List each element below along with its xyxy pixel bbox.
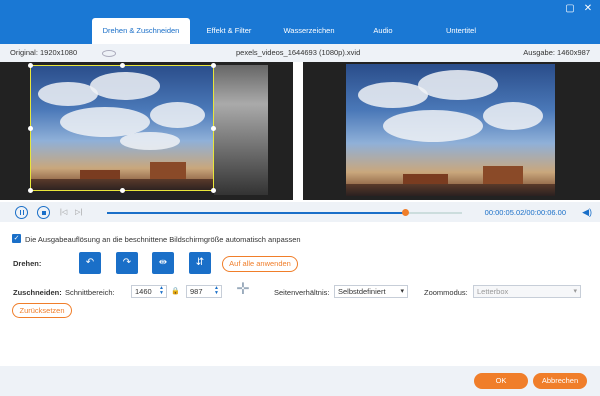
- aspect-ratio-label: Seitenverhältnis:: [274, 288, 330, 297]
- crop-label: Zuschneiden:: [13, 288, 62, 297]
- tab-audio[interactable]: Audio: [350, 18, 416, 44]
- crop-handle[interactable]: [120, 188, 125, 193]
- zoom-mode-select[interactable]: Letterbox ▾: [473, 285, 581, 298]
- dialog-footer: OK Abbrechen: [0, 366, 600, 396]
- crop-handle[interactable]: [28, 188, 33, 193]
- output-preview: [303, 62, 600, 200]
- volume-icon[interactable]: ◀): [582, 207, 592, 218]
- progress-fill: [107, 212, 406, 214]
- stop-button[interactable]: [37, 206, 50, 219]
- crop-frame[interactable]: [30, 65, 214, 191]
- auto-resize-label: Die Ausgabeauflösung an die beschnittene…: [25, 235, 301, 244]
- crop-handle[interactable]: [211, 63, 216, 68]
- tab-subtitle[interactable]: Untertitel: [416, 18, 506, 44]
- crop-handle[interactable]: [120, 63, 125, 68]
- chevron-down-icon: ▾: [400, 288, 404, 295]
- rotated-frame-area: [214, 65, 268, 195]
- close-icon[interactable]: ✕: [582, 3, 594, 15]
- crop-handle[interactable]: [211, 126, 216, 131]
- eye-icon[interactable]: [102, 50, 116, 57]
- rotate-left-button[interactable]: ↶: [79, 252, 101, 274]
- rotate-right-button[interactable]: ↷: [116, 252, 138, 274]
- skip-forward-icon[interactable]: ▷|: [75, 209, 83, 216]
- original-resolution: Original: 1920x1080: [10, 48, 78, 57]
- lock-icon[interactable]: 🔒: [171, 287, 180, 295]
- tab-rotate-crop[interactable]: Drehen & Zuschneiden: [92, 18, 190, 44]
- crop-handle[interactable]: [28, 126, 33, 131]
- tab-bar: Drehen & Zuschneiden Effekt & Filter Was…: [92, 18, 506, 44]
- apply-all-button[interactable]: Auf alle anwenden: [222, 256, 298, 272]
- flip-horizontal-button[interactable]: ⇹: [152, 252, 174, 274]
- chevron-down-icon: ▾: [573, 288, 577, 295]
- reset-button[interactable]: Zurücksetzen: [12, 303, 72, 318]
- stepper-icon[interactable]: ▲ ▼: [159, 286, 164, 296]
- info-bar: Original: 1920x1080 pexels_videos_164469…: [0, 44, 600, 62]
- app-window: Drehen & Zuschneiden Effekt & Filter Was…: [0, 0, 600, 396]
- crop-area-label: Schnittbereich:: [65, 288, 115, 297]
- stepper-icon[interactable]: ▲ ▼: [214, 286, 219, 296]
- minimize-icon[interactable]: ▢: [564, 3, 576, 15]
- zoom-mode-label: Zoommodus:: [424, 288, 468, 297]
- file-name: pexels_videos_1644693 (1080p).xvid: [236, 48, 361, 57]
- title-bar: Drehen & Zuschneiden Effekt & Filter Was…: [0, 0, 600, 44]
- time-display: 00:00:05.02/00:00:06.00: [484, 208, 566, 217]
- center-crop-icon[interactable]: ✛: [234, 281, 252, 299]
- crop-handle[interactable]: [28, 63, 33, 68]
- skip-back-icon[interactable]: |◁: [60, 209, 68, 216]
- crop-height-input[interactable]: 987 ▲ ▼: [186, 285, 222, 298]
- aspect-ratio-select[interactable]: Selbstdefiniert ▾: [334, 285, 408, 298]
- source-preview: [0, 62, 293, 200]
- tab-effect-filter[interactable]: Effekt & Filter: [190, 18, 268, 44]
- playback-controls: |◁ ▷| 00:00:05.02/00:00:06.00 ◀): [0, 202, 600, 222]
- progress-slider[interactable]: [107, 209, 462, 216]
- flip-vertical-button[interactable]: ⇵: [189, 252, 211, 274]
- crop-width-input[interactable]: 1460 ▲ ▼: [131, 285, 167, 298]
- cancel-button[interactable]: Abbrechen: [533, 373, 587, 389]
- rotate-label: Drehen:: [13, 259, 42, 268]
- auto-resize-checkbox[interactable]: ✓: [12, 234, 21, 243]
- progress-thumb[interactable]: [402, 209, 410, 216]
- tab-watermark[interactable]: Wasserzeichen: [268, 18, 350, 44]
- crop-handle[interactable]: [211, 188, 216, 193]
- pause-button[interactable]: [15, 206, 28, 219]
- output-resolution: Ausgabe: 1460x987: [523, 48, 590, 57]
- ok-button[interactable]: OK: [474, 373, 528, 389]
